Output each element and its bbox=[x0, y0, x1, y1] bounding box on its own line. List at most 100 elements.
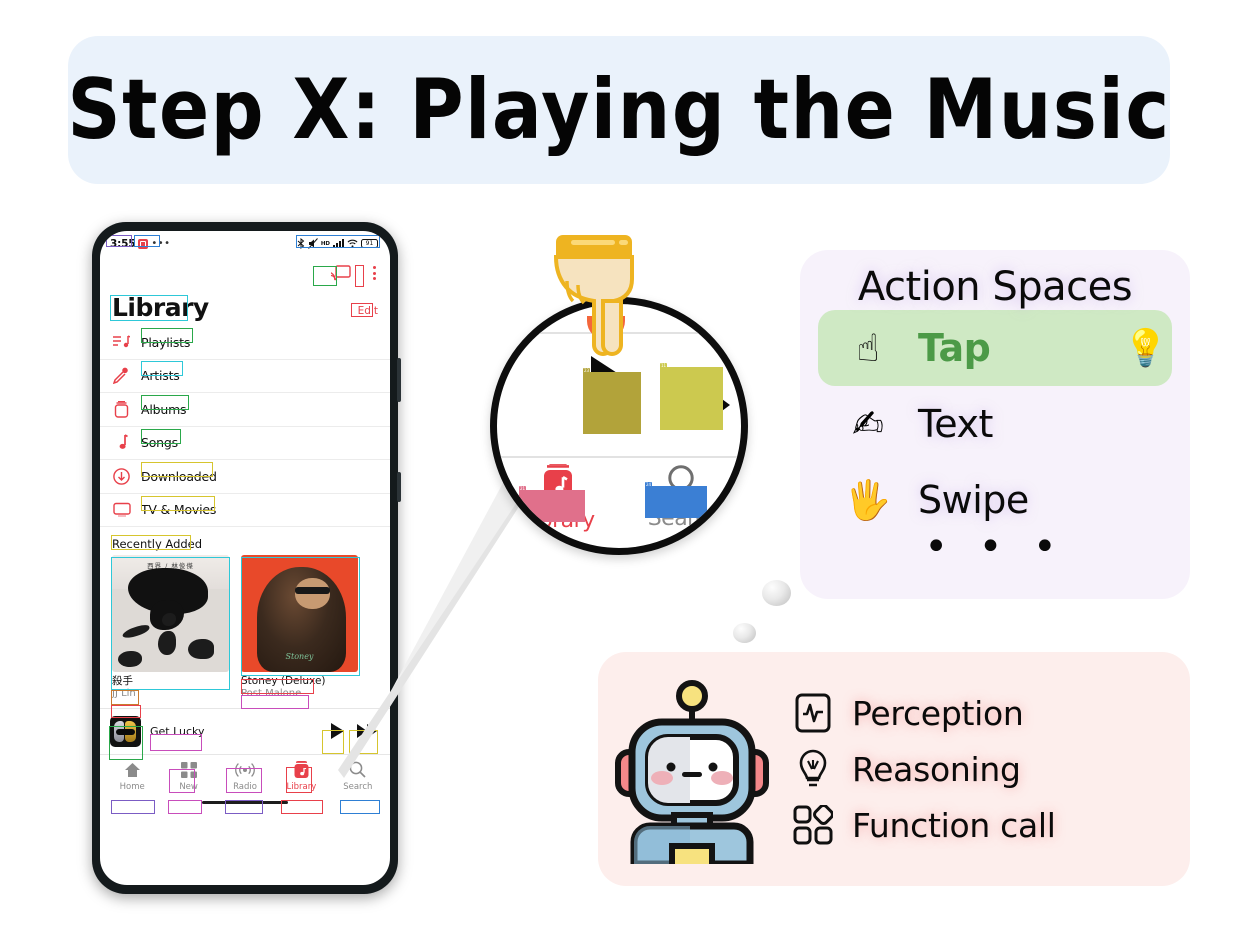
library-item-downloaded[interactable]: Downloaded bbox=[100, 460, 390, 494]
library-item-label: Playlists bbox=[141, 334, 191, 350]
library-item-playlists[interactable]: Playlists bbox=[100, 326, 390, 360]
page-title-library: Library bbox=[112, 293, 209, 322]
library-item-tv-movies[interactable]: TV & Movies bbox=[100, 494, 390, 527]
action-spaces-title: Action Spaces bbox=[857, 264, 1133, 310]
anno-box-tab-search bbox=[340, 800, 380, 814]
capability-list: Perception Reasoning Function call bbox=[786, 692, 1190, 846]
capability-label: Function call bbox=[852, 805, 1056, 845]
library-list: Playlists Artists Albums Songs Downloade… bbox=[100, 326, 390, 527]
tab-label: Library bbox=[286, 781, 317, 792]
play-icon[interactable] bbox=[331, 723, 344, 740]
library-item-label: Albums bbox=[141, 401, 187, 417]
alarm-icon bbox=[138, 238, 149, 249]
action-item-tap[interactable]: ☝ Tap 💡 bbox=[818, 310, 1172, 386]
library-item-label: Downloaded bbox=[141, 468, 217, 484]
capability-function-call: Function call bbox=[792, 804, 1190, 846]
tab-home[interactable]: Home bbox=[104, 760, 160, 792]
library-icon bbox=[293, 760, 310, 780]
capability-label: Perception bbox=[852, 693, 1024, 733]
magnified-play-button[interactable] bbox=[591, 356, 631, 427]
volume-button[interactable] bbox=[397, 358, 401, 402]
action-ellipsis: • • • bbox=[924, 524, 1066, 570]
tab-label: Library bbox=[521, 508, 595, 533]
tab-new[interactable]: New bbox=[160, 760, 216, 792]
bluetooth-icon bbox=[297, 238, 305, 249]
recently-added-grid: 西界 / 林俊傑 殺手 JJ Lin Stoney Stoney (Deluxe… bbox=[100, 555, 390, 700]
recently-added-heading: Recently Added bbox=[112, 537, 203, 551]
now-playing-artwork bbox=[110, 715, 141, 747]
anno-box-tab-home bbox=[111, 800, 155, 814]
album-card[interactable]: Stoney Stoney (Deluxe) Post Malone bbox=[241, 555, 358, 700]
hd-label: HD bbox=[320, 240, 330, 247]
album-cover-text: Stoney bbox=[285, 652, 314, 661]
microphone-icon bbox=[112, 366, 131, 385]
album-card[interactable]: 西界 / 林俊傑 殺手 JJ Lin bbox=[112, 555, 229, 700]
album-title: Stoney (Deluxe) bbox=[241, 675, 326, 687]
album-artist: Post Malone bbox=[241, 687, 302, 699]
waveform-monitor-icon bbox=[792, 692, 834, 734]
title-banner: Step X: Playing the Music bbox=[67, 36, 1171, 184]
album-artwork: 西界 / 林俊傑 bbox=[112, 555, 229, 672]
download-icon bbox=[112, 467, 131, 486]
grid-icon bbox=[180, 760, 197, 780]
robot-avatar bbox=[598, 674, 786, 864]
ellipsis-icon: ••• bbox=[151, 238, 171, 249]
capability-reasoning: Reasoning bbox=[792, 748, 1190, 790]
action-item-text[interactable]: ✍ Text bbox=[818, 386, 1172, 462]
lightbulb-outline-icon bbox=[792, 748, 834, 790]
magnified-tab-search[interactable]: Search bbox=[645, 464, 723, 531]
tab-label: Search bbox=[647, 506, 721, 531]
agent-capabilities-panel: Perception Reasoning Function call bbox=[598, 652, 1190, 886]
album-artist: JJ Lin bbox=[112, 687, 136, 699]
status-time: 3:55 bbox=[110, 237, 136, 250]
album-icon bbox=[112, 400, 131, 419]
magnified-forward-button[interactable] bbox=[668, 382, 730, 428]
page-title: Step X: Playing the Music bbox=[67, 61, 1171, 159]
playlist-icon bbox=[112, 333, 131, 352]
slide-canvas: Step X: Playing the Music 3:55 ••• HD 91… bbox=[0, 0, 1238, 942]
action-label: Text bbox=[918, 402, 993, 446]
signal-bars-icon bbox=[333, 239, 344, 248]
battery-level: 91 bbox=[361, 239, 378, 248]
action-label: Tap bbox=[918, 326, 991, 370]
tv-icon bbox=[112, 500, 131, 519]
now-playing-bar[interactable]: Get Lucky bbox=[100, 707, 390, 754]
wifi-icon bbox=[347, 239, 358, 248]
tab-label: Search bbox=[343, 781, 373, 792]
library-item-albums[interactable]: Albums bbox=[100, 393, 390, 427]
tab-label: Home bbox=[119, 781, 145, 792]
kebab-menu-icon[interactable] bbox=[373, 266, 376, 280]
library-item-label: TV & Movies bbox=[141, 502, 217, 518]
library-icon bbox=[541, 462, 575, 504]
phone-mockup: 3:55 ••• HD 91 Library Edit Playlists Ar… bbox=[92, 222, 401, 894]
airplay-icon[interactable] bbox=[327, 265, 351, 281]
tab-label: New bbox=[179, 781, 198, 792]
fast-forward-icon[interactable] bbox=[357, 724, 377, 739]
action-label: Swipe bbox=[918, 478, 1029, 522]
home-icon bbox=[124, 760, 141, 780]
lightbulb-icon: 💡 bbox=[1123, 328, 1168, 369]
top-action-row bbox=[100, 253, 390, 287]
battery-icon: 91 bbox=[361, 239, 380, 248]
library-item-songs[interactable]: Songs bbox=[100, 427, 390, 460]
phone-screen: 3:55 ••• HD 91 Library Edit Playlists Ar… bbox=[100, 231, 390, 885]
tab-search[interactable]: Search bbox=[330, 760, 386, 792]
library-item-artists[interactable]: Artists bbox=[100, 360, 390, 393]
tab-radio[interactable]: Radio bbox=[217, 760, 273, 792]
album-title: 殺手 bbox=[112, 675, 133, 687]
library-item-label: Artists bbox=[141, 368, 180, 384]
capability-perception: Perception bbox=[792, 692, 1190, 734]
bottom-tab-bar: Home New Radio Library Search bbox=[100, 753, 390, 795]
album-artwork: Stoney bbox=[241, 555, 358, 672]
magnified-tab-library[interactable]: Library bbox=[519, 462, 597, 533]
swipe-hand-icon: 🖐 bbox=[844, 478, 892, 522]
power-button[interactable] bbox=[397, 472, 401, 502]
capability-label: Reasoning bbox=[852, 749, 1021, 789]
search-icon bbox=[667, 465, 701, 502]
edit-button[interactable]: Edit bbox=[358, 305, 378, 320]
thought-bubble-small bbox=[733, 623, 756, 643]
fast-forward-icon bbox=[668, 382, 730, 428]
shapes-grid-icon bbox=[792, 804, 834, 846]
tab-library[interactable]: Library bbox=[273, 760, 329, 792]
library-item-label: Songs bbox=[141, 435, 178, 451]
